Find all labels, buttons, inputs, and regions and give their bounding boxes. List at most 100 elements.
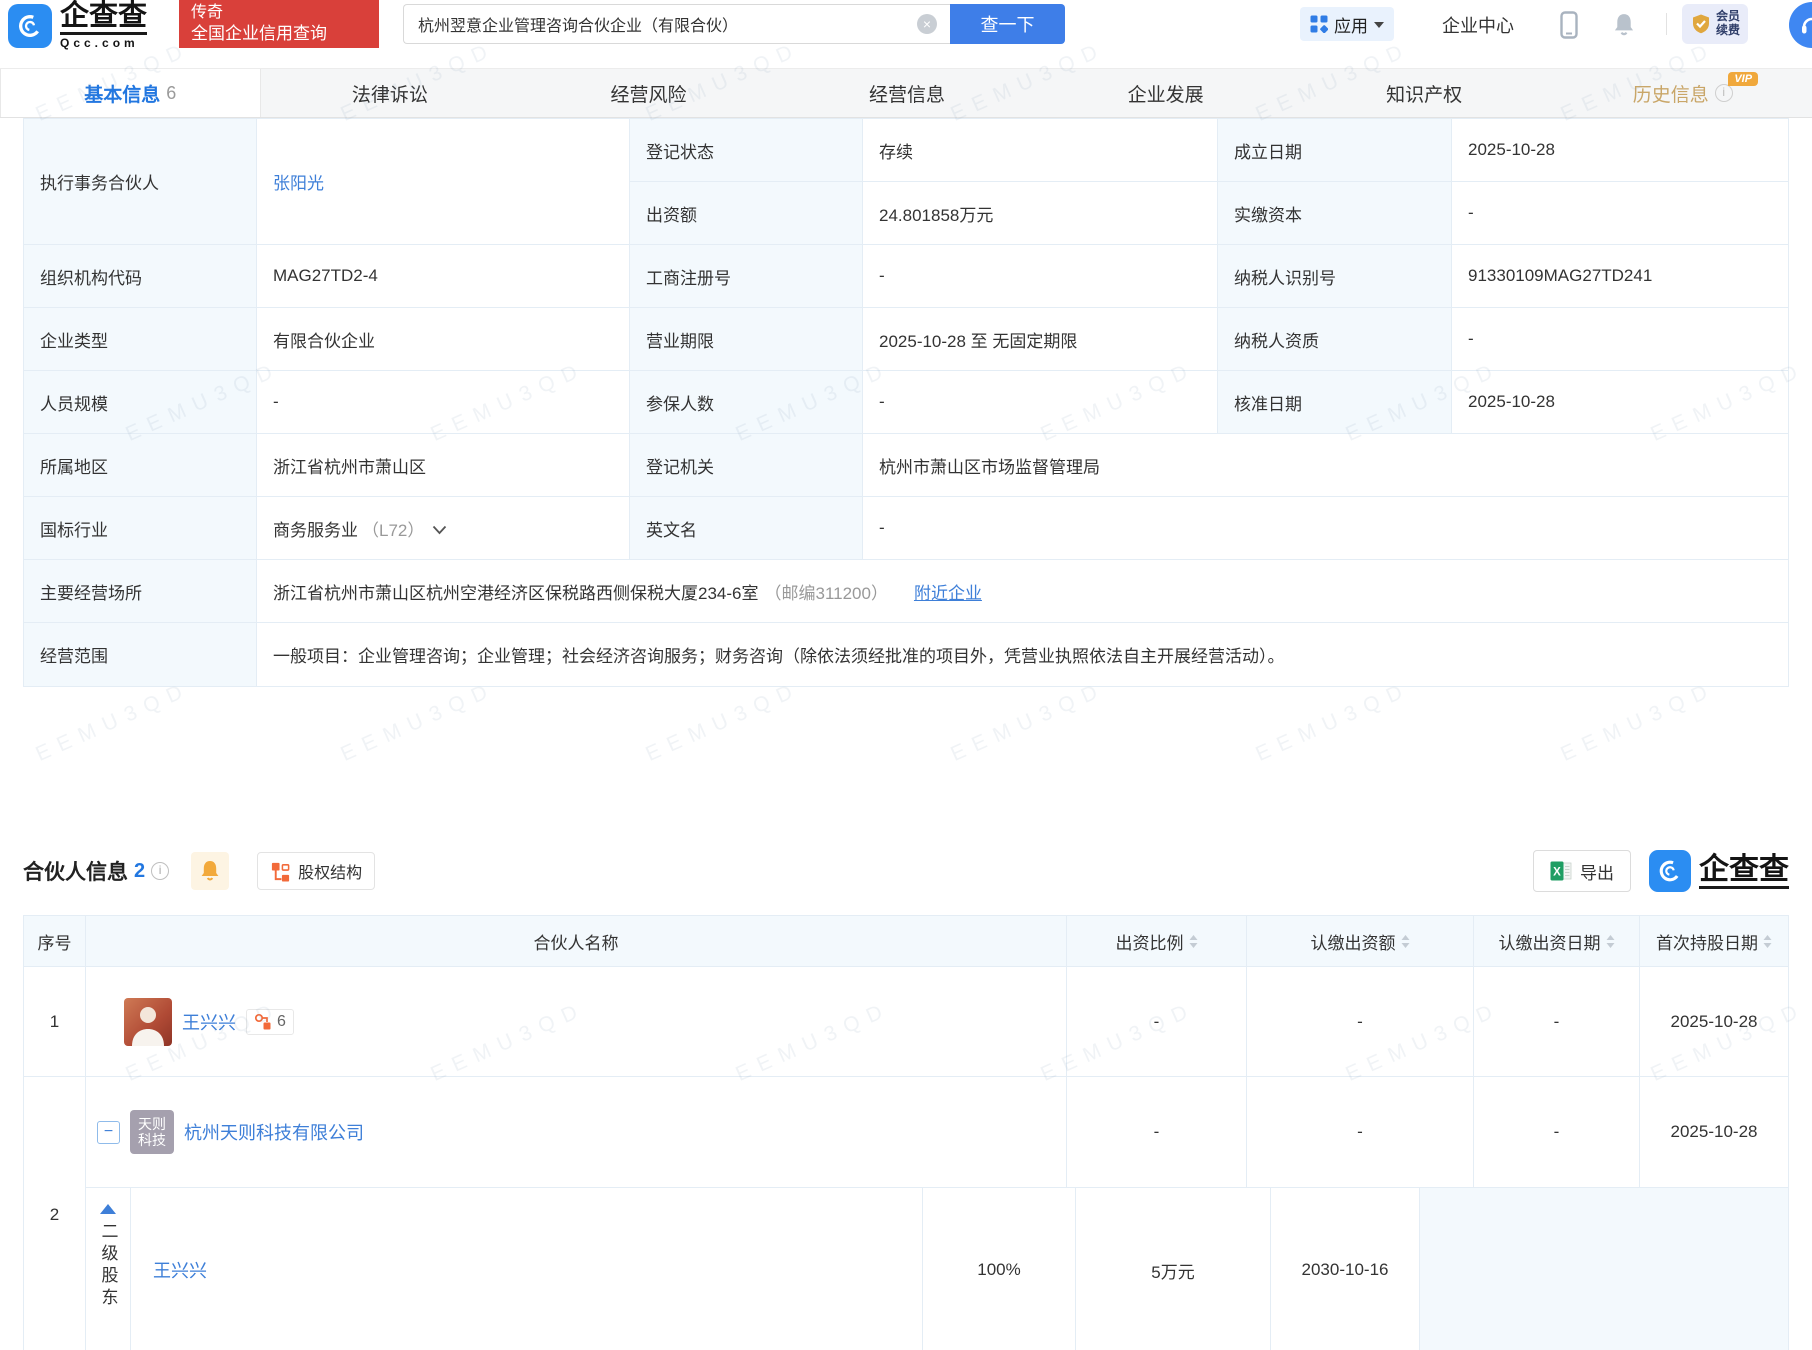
row-number: 1 [24, 967, 86, 1076]
chevron-down-icon[interactable] [432, 525, 447, 535]
col-label: 首次持股日期 [1656, 929, 1758, 954]
field-label: 纳税人识别号 [1218, 245, 1452, 308]
field-label: 成立日期 [1218, 119, 1452, 182]
org-chart-icon [254, 1013, 272, 1031]
promo-badge: 传奇 全国企业信用查询 [179, 0, 379, 48]
watermark-text: EEMU3QD [1252, 677, 1414, 767]
field-value: - [257, 371, 630, 434]
sub-shareholder-link[interactable]: 王兴兴 [153, 1257, 207, 1283]
field-label: 英文名 [630, 497, 863, 560]
field-label: 经营范围 [24, 623, 257, 686]
tab-intellectual-property[interactable]: 知识产权 [1295, 69, 1554, 117]
field-value: 一般项目：企业管理咨询；企业管理；社会经济咨询服务；财务咨询（除依法须经批准的项… [257, 623, 1788, 686]
export-button[interactable]: X 导出 [1533, 850, 1631, 892]
field-label: 所属地区 [24, 434, 257, 497]
tab-count: 6 [166, 83, 176, 104]
apps-menu[interactable]: 应用 [1300, 7, 1394, 41]
col-header-ratio[interactable]: 出资比例 [1067, 916, 1247, 966]
tab-label: 历史信息 [1633, 80, 1709, 107]
field-label: 国标行业 [24, 497, 257, 560]
partner-name-cell: 天则 科技 杭州天则科技有限公司 [86, 1077, 1067, 1187]
field-label: 营业期限 [630, 308, 863, 371]
sort-icon[interactable] [1401, 934, 1410, 949]
partner-name-link[interactable]: 王兴兴 [182, 1009, 236, 1035]
vip-renew-button[interactable]: 会员 续费 [1682, 4, 1748, 44]
partner-row-2: 2 天则 科技 杭州天则科技有限公司 - - - 2025-10-28 二级股东… [24, 1076, 1788, 1350]
related-companies-badge[interactable]: 6 [246, 1009, 294, 1035]
bell-icon [199, 859, 221, 883]
collapse-triangle-icon[interactable] [100, 1204, 116, 1214]
apps-grid-icon [1310, 15, 1328, 33]
tab-legal-proceedings[interactable]: 法律诉讼 [261, 69, 520, 117]
partners-title: 合伙人信息 [23, 856, 128, 886]
partners-table: 序号 合伙人名称 出资比例 认缴出资额 认缴出资日期 首次持股日期 1 [23, 915, 1789, 1350]
shareholder-level-cell: 二级股东 [86, 1188, 131, 1350]
info-icon[interactable] [151, 862, 169, 880]
mobile-app-icon[interactable] [1560, 11, 1578, 44]
second-level-shareholder-subrow: 二级股东 王兴兴 100% 5万元 2030-10-16 [86, 1187, 1788, 1350]
col-label: 认缴出资额 [1311, 929, 1396, 954]
collapse-minus-icon[interactable] [97, 1121, 120, 1144]
header-divider [1666, 13, 1667, 35]
person-link[interactable]: 张阳光 [273, 169, 324, 194]
company-logo-line2: 科技 [138, 1132, 166, 1148]
monitor-bell-button[interactable] [191, 852, 229, 890]
col-header-name: 合伙人名称 [86, 916, 1067, 966]
row-number: 2 [24, 1077, 86, 1350]
col-label: 出资比例 [1116, 929, 1184, 954]
field-value: 浙江省杭州市萧山区 [257, 434, 630, 497]
field-value: 2025-10-28 至 无固定期限 [863, 308, 1218, 371]
field-label: 工商注册号 [630, 245, 863, 308]
tab-label: 法律诉讼 [352, 80, 428, 107]
tab-company-development[interactable]: 企业发展 [1036, 69, 1295, 117]
tab-operating-info[interactable]: 经营信息 [778, 69, 1037, 117]
top-header: 企查查 Qcc.com 传奇 全国企业信用查询 查一下 应用 企业中心 [0, 0, 1812, 48]
person-avatar[interactable] [124, 998, 172, 1046]
col-header-first-date[interactable]: 首次持股日期 [1640, 916, 1788, 966]
search-button[interactable]: 查一下 [950, 4, 1065, 44]
field-label: 出资额 [630, 182, 863, 245]
tab-history-info[interactable]: VIP 历史信息 [1553, 69, 1812, 117]
field-value: - [863, 245, 1218, 308]
premises-postcode: （邮编311200） [764, 579, 887, 604]
export-label: 导出 [1580, 859, 1614, 884]
sub-date-value: 2030-10-16 [1271, 1188, 1420, 1350]
shareholder-level-label: 二级股东 [96, 1222, 121, 1310]
field-value: - [863, 371, 1218, 434]
notification-bell-icon[interactable] [1612, 12, 1636, 43]
equity-structure-label: 股权结构 [298, 859, 362, 883]
company-name-link[interactable]: 杭州天则科技有限公司 [184, 1119, 364, 1145]
field-label: 参保人数 [630, 371, 863, 434]
search-bar: 查一下 [403, 4, 1065, 44]
sort-icon[interactable] [1763, 934, 1772, 949]
field-value: 24.801858万元 [863, 182, 1218, 245]
field-value: 存续 [863, 119, 1218, 182]
tab-label: 经营风险 [610, 80, 686, 107]
field-value: - [1452, 182, 1788, 245]
tab-operating-risk[interactable]: 经营风险 [519, 69, 778, 117]
tab-basic-info[interactable]: 基本信息 6 [0, 69, 261, 117]
industry-cell: 商务服务业 （L72） [257, 497, 630, 560]
promo-line1: 传奇 [191, 3, 367, 23]
enterprise-center-link[interactable]: 企业中心 [1442, 12, 1514, 38]
qcc-logo[interactable]: 企查查 Qcc.com [8, 2, 147, 50]
field-value: 2025-10-28 [1452, 119, 1788, 182]
field-value: 杭州市萧山区市场监督管理局 [863, 434, 1788, 497]
excel-icon: X [1550, 860, 1572, 882]
nearby-companies-link[interactable]: 附近企业 [914, 579, 982, 604]
first-date-value: 2025-10-28 [1640, 1077, 1788, 1187]
company-logo[interactable]: 天则 科技 [130, 1110, 174, 1154]
tab-label: 基本信息 [84, 80, 160, 107]
col-header-no: 序号 [24, 916, 86, 966]
field-label: 组织机构代码 [24, 245, 257, 308]
customer-service-icon[interactable] [1789, 2, 1812, 48]
clear-search-icon[interactable] [917, 14, 937, 34]
col-header-amount[interactable]: 认缴出资额 [1247, 916, 1474, 966]
sort-icon[interactable] [1189, 934, 1198, 949]
sort-icon[interactable] [1606, 934, 1615, 949]
col-header-date[interactable]: 认缴出资日期 [1474, 916, 1640, 966]
search-input[interactable] [403, 4, 950, 44]
ratio-value: - [1067, 967, 1247, 1076]
equity-structure-button[interactable]: 股权结构 [257, 852, 375, 890]
field-label: 人员规模 [24, 371, 257, 434]
